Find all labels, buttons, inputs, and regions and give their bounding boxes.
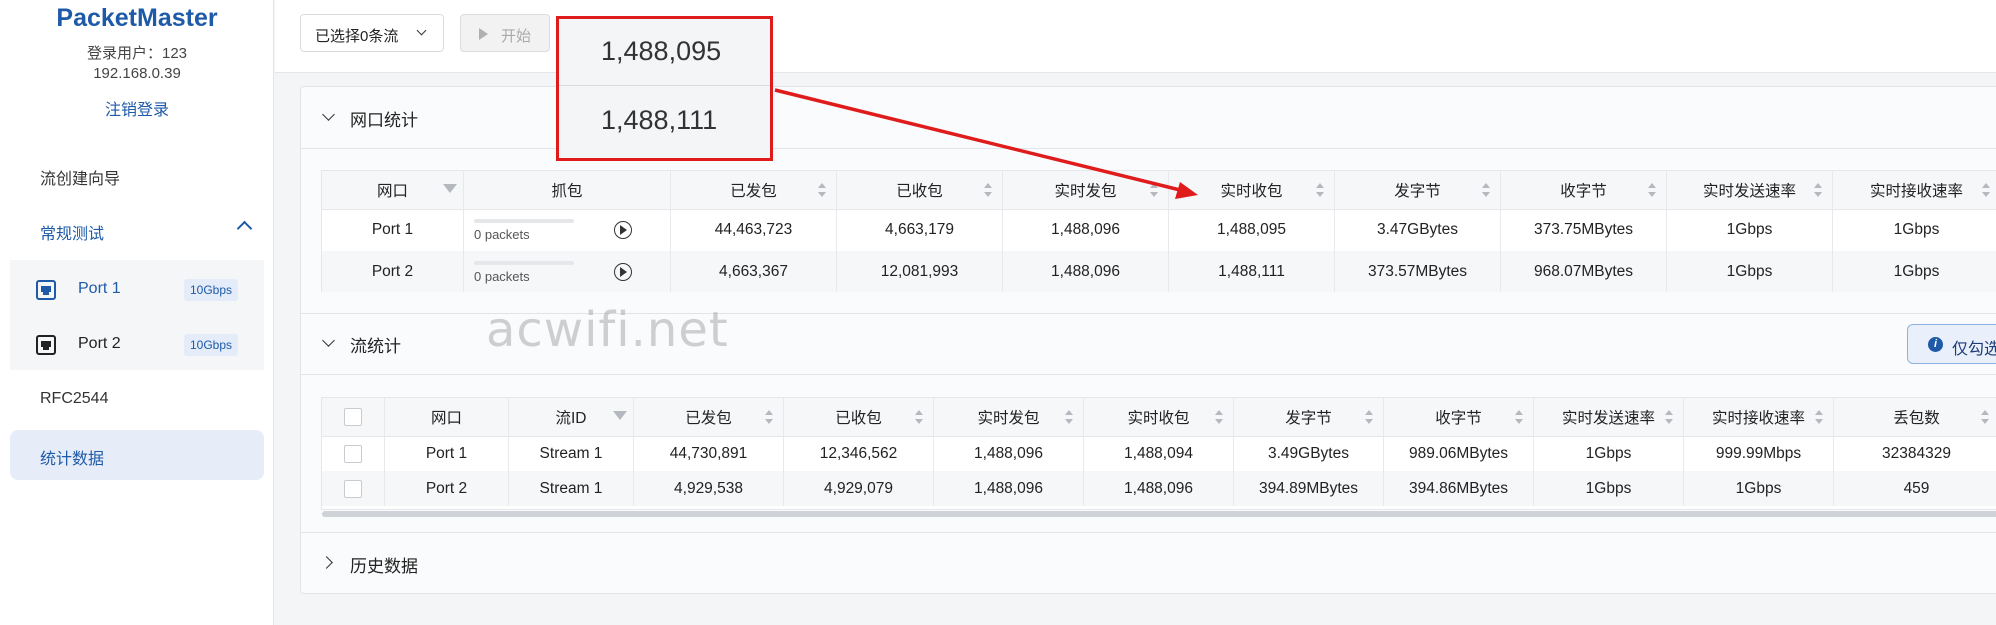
arrow-line — [774, 88, 1181, 192]
annotation-arrow — [774, 88, 1198, 199]
arrow-head — [1175, 182, 1198, 199]
